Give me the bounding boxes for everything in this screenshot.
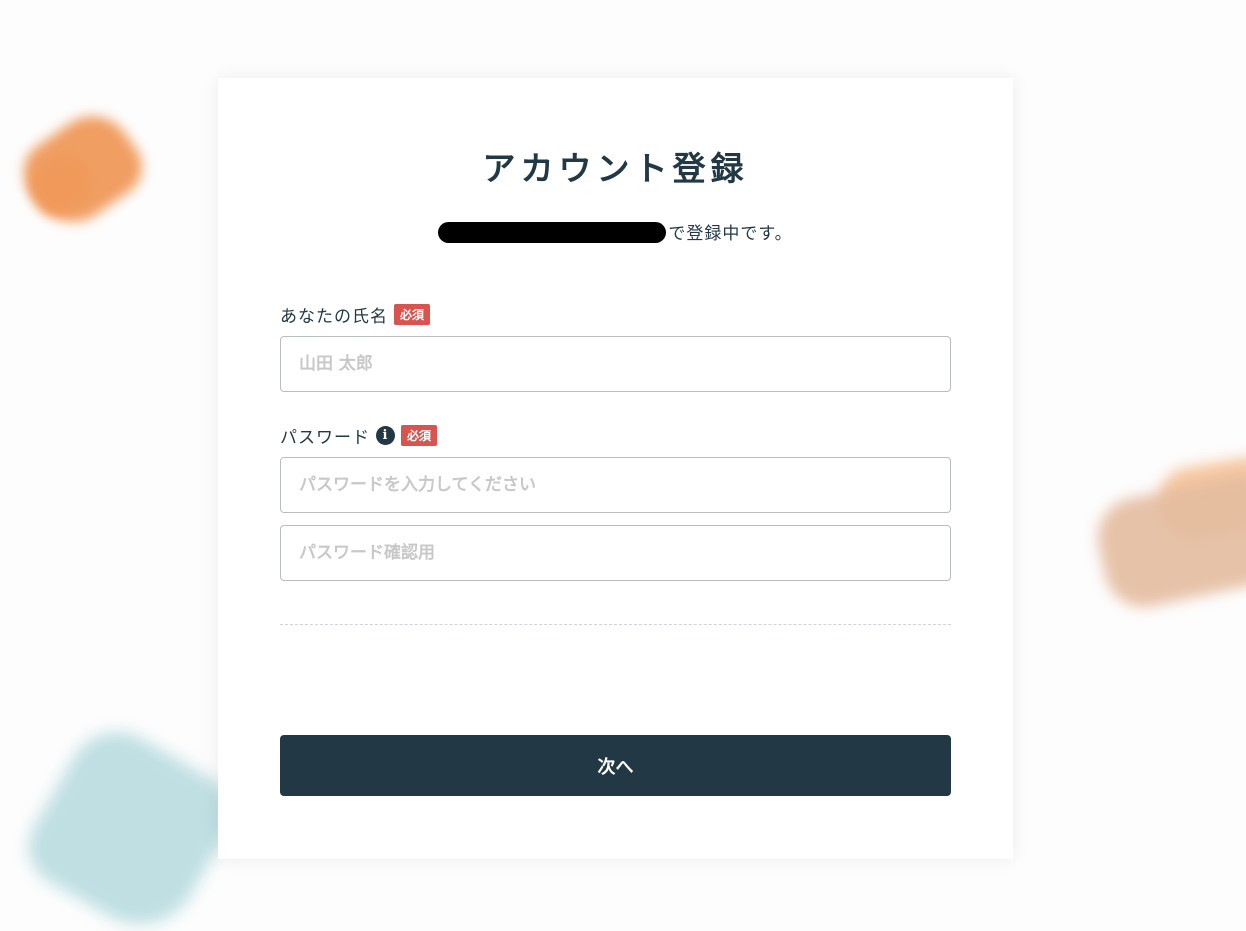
redacted-email — [438, 222, 667, 243]
registration-card: アカウント登録 で登録中です。 あなたの氏名 必須 パスワード i 必須 次へ — [218, 78, 1013, 859]
next-button[interactable]: 次へ — [280, 735, 951, 796]
info-icon[interactable]: i — [376, 426, 395, 445]
password-label-text: パスワード — [280, 428, 370, 448]
name-label-text: あなたの氏名 — [280, 307, 388, 327]
form-divider — [280, 624, 951, 625]
name-input[interactable] — [280, 336, 951, 392]
page: アカウント登録 で登録中です。 あなたの氏名 必須 パスワード i 必須 次へ — [0, 0, 1246, 931]
password-input[interactable] — [280, 457, 951, 513]
required-badge: 必須 — [394, 304, 431, 325]
decorative-blob-peach — [1090, 471, 1246, 615]
name-field-label: あなたの氏名 必須 — [280, 302, 431, 327]
registration-subtitle: で登録中です。 — [218, 219, 1013, 244]
required-badge: 必須 — [401, 425, 438, 446]
decorative-blob-teal — [13, 713, 247, 931]
subtitle-text: で登録中です。 — [668, 224, 793, 244]
password-field-label: パスワード i 必須 — [280, 423, 438, 448]
password-confirm-input[interactable] — [280, 525, 951, 581]
page-title: アカウント登録 — [482, 149, 749, 188]
